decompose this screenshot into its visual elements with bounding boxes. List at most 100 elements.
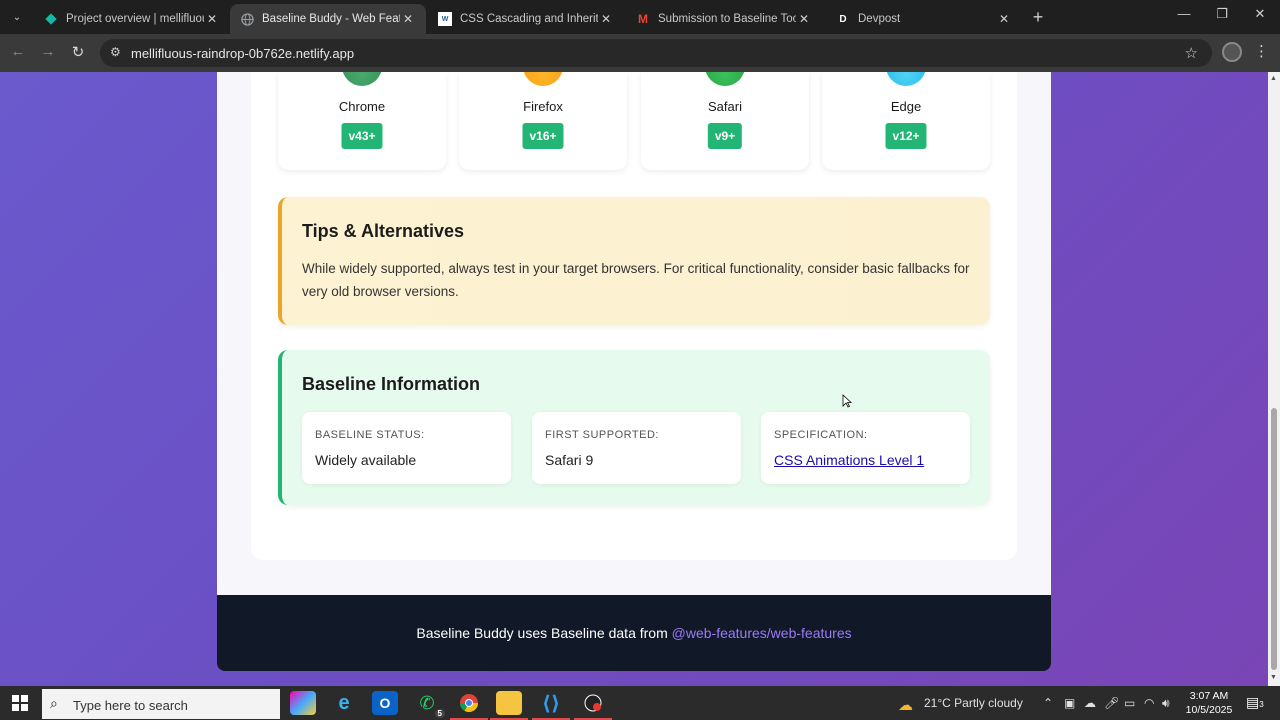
vscode-icon[interactable]: ⟨⟩ (532, 691, 570, 720)
notification-count: 3 (1259, 700, 1264, 709)
baseline-section: Baseline Information BASELINE STATUS: Wi… (278, 350, 990, 505)
weather-icon[interactable]: ☁ (898, 696, 913, 714)
tab-search-icon[interactable]: ⌄ (6, 6, 28, 28)
w3c-icon: W (438, 12, 452, 26)
devpost-icon: D (839, 13, 847, 25)
firefox-icon (523, 72, 563, 86)
menu-dots-icon[interactable]: ⋮ (1254, 42, 1269, 60)
tab-devpost[interactable]: D Devpost ✕ (826, 4, 1022, 34)
url-text[interactable]: mellifluous-raindrop-0b762e.netlify.app (131, 46, 354, 61)
tray-app-icon[interactable]: ▣ (1064, 696, 1075, 710)
chrome-taskbar-icon[interactable] (450, 691, 488, 720)
first-supported-card: FIRST SUPPORTED: Safari 9 (532, 412, 741, 484)
outlook-icon[interactable]: O (372, 691, 398, 715)
footer-text: Baseline Buddy uses Baseline data from @… (217, 625, 1051, 641)
back-icon[interactable]: ← (8, 43, 28, 60)
minimize-icon[interactable]: — (1172, 6, 1196, 21)
browser-support-chrome: Chrome v43+ (278, 72, 446, 170)
clock-time: 3:07 AM (1189, 690, 1229, 702)
browser-support-safari: Safari v9+ (641, 72, 809, 170)
site-info-icon[interactable]: ⚙ (110, 45, 121, 59)
tab-title: Baseline Buddy - Web Feature C (262, 13, 400, 25)
info-label: FIRST SUPPORTED: (545, 429, 659, 441)
close-icon[interactable]: ✕ (996, 12, 1012, 26)
recording-app-icon[interactable] (574, 691, 612, 720)
close-icon[interactable]: ✕ (400, 12, 416, 26)
version-badge: v16+ (522, 123, 564, 149)
volume-icon[interactable]: 🔊︎ (1162, 696, 1170, 711)
weather-text[interactable]: 21°C Partly cloudy (924, 696, 1023, 710)
info-label: SPECIFICATION: (774, 429, 868, 441)
tips-body: While widely supported, always test in y… (302, 261, 970, 299)
baseline-heading: Baseline Information (302, 374, 481, 394)
new-tab-icon[interactable]: + (1028, 7, 1048, 28)
browser-support-edge: Edge v12+ (822, 72, 990, 170)
web-features-link[interactable]: @web-features/web-features (672, 625, 852, 641)
chrome-icon (342, 72, 382, 86)
netlify-icon (44, 12, 58, 26)
notification-center-icon[interactable]: ▤3 (1246, 694, 1264, 711)
browser-name: Firefox (523, 99, 563, 114)
version-badge: v9+ (707, 123, 743, 149)
tab-title: Submission to Baseline Tooling (658, 13, 796, 25)
close-icon[interactable]: ✕ (204, 12, 220, 26)
notification-badge: 5 (434, 709, 445, 718)
browser-toolbar: ← → ↻ ⚙ mellifluous-raindrop-0b762e.netl… (0, 34, 1280, 72)
app-container: Chrome v43+ Firefox v16+ Safari v9+ Edge… (217, 72, 1051, 595)
close-window-icon[interactable]: ✕ (1248, 6, 1272, 22)
tab-baseline-buddy[interactable]: Baseline Buddy - Web Feature C ✕ (230, 4, 426, 34)
info-value: Widely available (315, 452, 417, 468)
cloud-icon[interactable]: ☁ (1084, 696, 1096, 710)
windows-start-icon[interactable] (12, 695, 28, 711)
edge-browser-icon[interactable]: e (331, 691, 357, 715)
globe-icon (240, 12, 254, 26)
windows-taskbar: ⌕ Type here to search e O ✆ 5 ⟨⟩ ☁ 21°C P… (0, 686, 1280, 720)
close-icon[interactable]: ✕ (796, 12, 812, 26)
tips-heading: Tips & Alternatives (302, 221, 465, 241)
edge-icon (886, 72, 926, 86)
browser-name: Chrome (338, 99, 386, 114)
tab-title: Project overview | mellifluous-r (66, 13, 204, 25)
browser-name: Edge (890, 99, 922, 114)
tips-section: Tips & Alternatives While widely support… (278, 197, 990, 325)
info-value: Safari 9 (545, 452, 594, 468)
tab-strip: ⌄ Project overview | mellifluous-r ✕ Bas… (0, 0, 1280, 34)
tab-title: CSS Cascading and Inheritance (460, 13, 598, 25)
system-clock[interactable]: 3:07 AM 10/5/2025 (1184, 689, 1234, 717)
microphone-icon[interactable]: 🎤︎ (1104, 696, 1119, 710)
restore-icon[interactable]: ❐ (1210, 6, 1234, 22)
scrollbar-thumb[interactable] (1271, 408, 1277, 670)
info-label: BASELINE STATUS: (315, 429, 425, 441)
tab-project-overview[interactable]: Project overview | mellifluous-r ✕ (34, 4, 230, 34)
gmail-icon: M (638, 12, 648, 26)
mouse-cursor-icon (842, 394, 852, 408)
bookmark-star-icon[interactable]: ☆ (1185, 44, 1198, 62)
file-explorer-icon[interactable] (490, 691, 528, 720)
taskbar-search[interactable]: ⌕ Type here to search (42, 689, 280, 719)
search-placeholder[interactable]: Type here to search (73, 698, 188, 713)
search-icon: ⌕ (50, 695, 58, 711)
version-badge: v43+ (341, 123, 383, 149)
specification-link[interactable]: CSS Animations Level 1 (774, 452, 924, 468)
specification-card: SPECIFICATION: CSS Animations Level 1 (761, 412, 970, 484)
reload-icon[interactable]: ↻ (68, 43, 88, 61)
scroll-up-icon[interactable]: ▲ (1270, 75, 1277, 82)
copilot-icon[interactable] (290, 691, 316, 715)
scroll-down-icon[interactable]: ▼ (1270, 674, 1277, 681)
tab-submission[interactable]: M Submission to Baseline Tooling ✕ (626, 4, 822, 34)
safari-icon (705, 72, 745, 86)
close-icon[interactable]: ✕ (598, 12, 614, 26)
chevron-up-icon[interactable]: ⌃ (1043, 696, 1053, 710)
clock-date: 10/5/2025 (1185, 704, 1233, 716)
whatsapp-icon[interactable]: ✆ 5 (414, 691, 445, 718)
page-footer: Baseline Buddy uses Baseline data from @… (217, 595, 1051, 671)
forward-icon[interactable]: → (38, 43, 58, 60)
baseline-status-card: BASELINE STATUS: Widely available (302, 412, 511, 484)
address-bar[interactable]: ⚙ mellifluous-raindrop-0b762e.netlify.ap… (100, 39, 1212, 67)
page-scrollbar[interactable]: ▲ ▼ (1268, 72, 1280, 686)
profile-avatar[interactable] (1222, 42, 1242, 62)
tab-css-cascading[interactable]: W CSS Cascading and Inheritance ✕ (428, 4, 624, 34)
tab-title: Devpost (858, 13, 901, 25)
wifi-icon[interactable]: ◠ (1144, 696, 1154, 710)
battery-icon[interactable]: ▭ (1124, 696, 1135, 710)
